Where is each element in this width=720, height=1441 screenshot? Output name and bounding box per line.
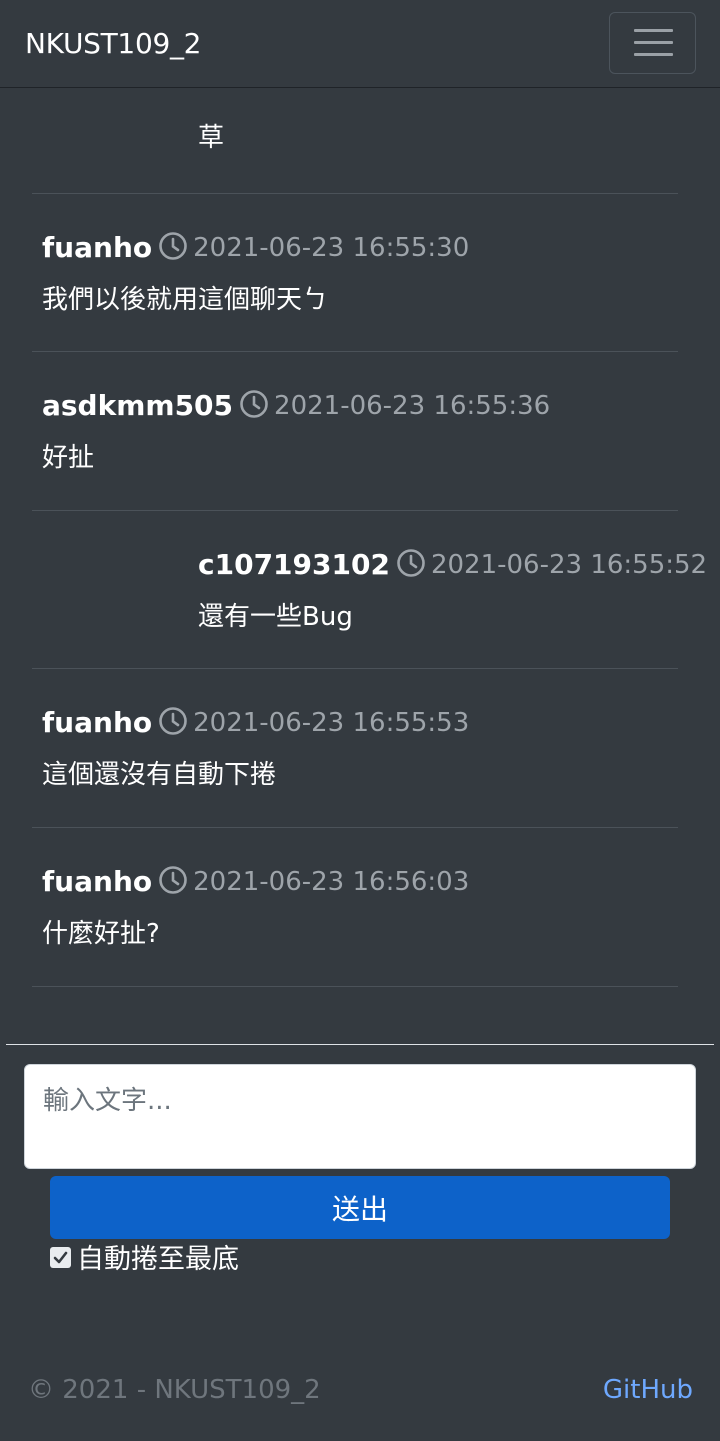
message-text: 什麼好扯? — [42, 919, 160, 949]
message-header: c107193102 2021-06-23 16:55:52 — [198, 545, 707, 585]
message-timestamp: 2021-06-23 16:55:53 — [193, 708, 470, 738]
message-timestamp: 2021-06-23 16:55:30 — [193, 233, 470, 263]
message-text: 好扯 — [42, 443, 95, 473]
message-username: fuanho — [42, 231, 153, 264]
message-header: fuanho 2021-06-23 16:55:53 — [42, 703, 469, 743]
autoscroll-label[interactable]: 自動捲至最底 — [77, 1244, 239, 1275]
message-item: fuanho 2021-06-23 16:55:53 這個還沒有自動下捲 — [32, 669, 678, 828]
message-item: asdkmm505 2021-06-23 16:55:36 好扯 — [32, 352, 678, 511]
message-item: 草 — [32, 88, 678, 194]
clock-icon — [240, 390, 268, 418]
clock-icon — [159, 232, 187, 260]
message-header: asdkmm505 2021-06-23 16:55:36 — [42, 386, 550, 426]
navbar: NKUST109_2 — [0, 0, 720, 88]
message-username: fuanho — [42, 706, 153, 739]
navbar-toggler-button[interactable] — [609, 12, 696, 74]
message-username: fuanho — [42, 865, 153, 898]
autoscroll-checkbox[interactable] — [50, 1246, 71, 1268]
message-username: asdkmm505 — [42, 389, 234, 422]
hamburger-menu-icon — [634, 29, 673, 57]
composer-divider — [6, 1044, 714, 1045]
clock-icon — [397, 549, 425, 577]
message-text: 我們以後就用這個聊天ㄅ — [42, 285, 329, 315]
message-timestamp: 2021-06-23 16:56:03 — [193, 867, 470, 897]
message-item: c107193102 2021-06-23 16:55:52 還有一些Bug — [32, 511, 707, 669]
message-header: fuanho 2021-06-23 16:55:30 — [42, 228, 469, 268]
message-header: fuanho 2021-06-23 16:56:03 — [42, 862, 469, 902]
footer-copyright: © 2021 - NKUST109_2 — [28, 1375, 321, 1405]
clock-icon — [159, 707, 187, 735]
message-text: 還有一些Bug — [198, 602, 353, 632]
message-timestamp: 2021-06-23 16:55:52 — [430, 550, 708, 580]
autoscroll-option: 自動捲至最底 — [50, 1242, 239, 1278]
message-username: c107193102 — [198, 548, 390, 581]
github-link[interactable]: GitHub — [603, 1372, 693, 1408]
clock-icon — [159, 866, 187, 894]
message-item: fuanho 2021-06-23 16:56:03 什麼好扯? — [32, 828, 678, 987]
checkmark-icon — [53, 1251, 68, 1263]
message-list: 草 fuanho 2021-06-23 16:55:30 我們以後就用這個聊天ㄅ … — [32, 88, 707, 987]
message-timestamp: 2021-06-23 16:55:36 — [274, 391, 551, 421]
navbar-brand[interactable]: NKUST109_2 — [25, 26, 201, 62]
message-text: 這個還沒有自動下捲 — [42, 760, 277, 790]
message-text: 草 — [198, 123, 225, 153]
send-button[interactable]: 送出 — [50, 1176, 670, 1239]
message-item: fuanho 2021-06-23 16:55:30 我們以後就用這個聊天ㄅ — [32, 194, 678, 352]
message-input[interactable] — [24, 1064, 696, 1169]
